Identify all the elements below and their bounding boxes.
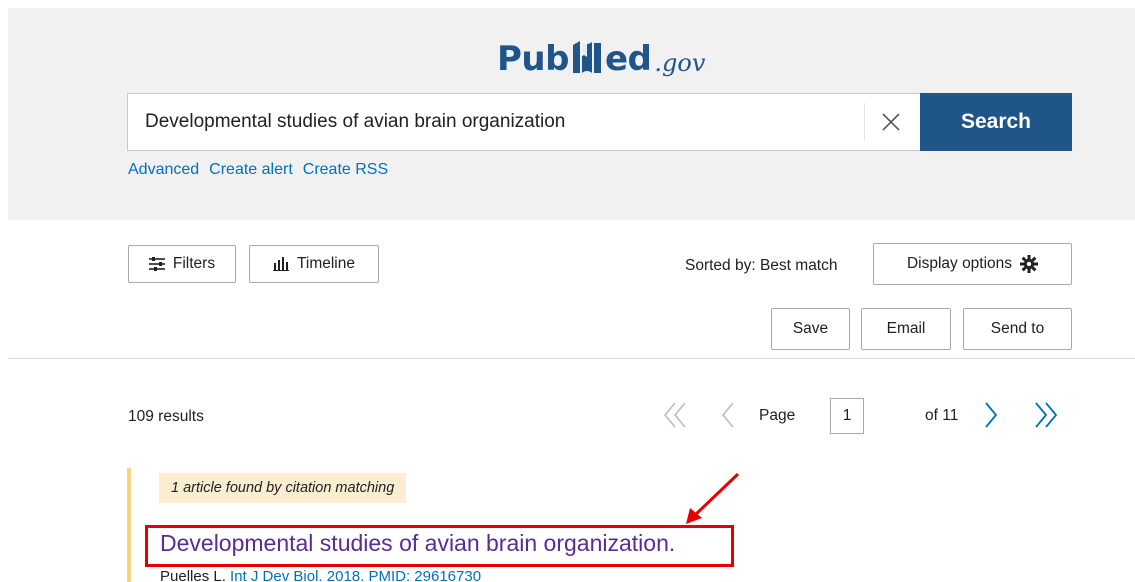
annotation-arrow-icon [686,472,740,524]
sort-order-label[interactable]: Sorted by: Best match [685,257,838,275]
last-page-icon[interactable] [1034,401,1058,429]
timeline-button[interactable]: Timeline [249,245,379,283]
page-number-input[interactable] [830,398,864,434]
pubmed-logo[interactable]: Pub ed .gov [497,26,705,76]
search-field-container [127,93,920,151]
article-title-link[interactable]: Developmental studies of avian brain org… [160,530,675,557]
first-page-icon[interactable] [663,401,687,429]
search-divider [864,103,865,141]
send-to-button[interactable]: Send to [963,308,1072,350]
next-page-icon[interactable] [984,401,998,429]
bar-chart-icon [273,257,289,271]
create-rss-link[interactable]: Create RSS [303,161,388,179]
page-label: Page [759,407,796,424]
timeline-label: Timeline [297,255,355,272]
sliders-icon [148,257,165,271]
clear-search-button[interactable] [869,100,913,144]
result-highlight-bar [127,468,131,582]
search-button[interactable]: Search [920,93,1072,151]
results-count: 109 results [128,408,204,425]
email-button[interactable]: Email [861,308,951,350]
display-options-label: Display options [906,255,1013,272]
display-options-button[interactable]: Display options [873,243,1072,285]
citation-match-badge: 1 article found by citation matching [159,473,407,503]
search-header: Pub ed .gov Search Advanced Create alert… [8,8,1135,220]
article-citation: Puelles L. Int J Dev Biol. 2018. PMID: 2… [160,568,481,582]
article-author: Puelles L. [160,568,226,582]
gear-icon [1020,255,1039,273]
logo-text-ed: ed [604,39,652,79]
logo-text-gov: .gov [654,49,706,77]
close-icon [882,113,900,131]
previous-page-icon[interactable] [721,401,735,429]
logo-text-pub: Pub [497,39,569,79]
advanced-search-link[interactable]: Advanced [128,161,199,179]
search-input[interactable] [128,94,863,150]
total-pages-label: of 11 [925,407,959,424]
filters-button[interactable]: Filters [128,245,236,283]
logo-book-icon [572,41,601,73]
filters-label: Filters [172,255,216,272]
article-year-pmid: 2018. PMID: 29616730 [322,568,482,582]
save-button[interactable]: Save [771,308,850,350]
create-alert-link[interactable]: Create alert [209,161,293,179]
article-journal[interactable]: Int J Dev Biol. [230,568,323,582]
search-links: Advanced Create alert Create RSS [128,161,398,179]
toolbar-divider [8,358,1135,359]
